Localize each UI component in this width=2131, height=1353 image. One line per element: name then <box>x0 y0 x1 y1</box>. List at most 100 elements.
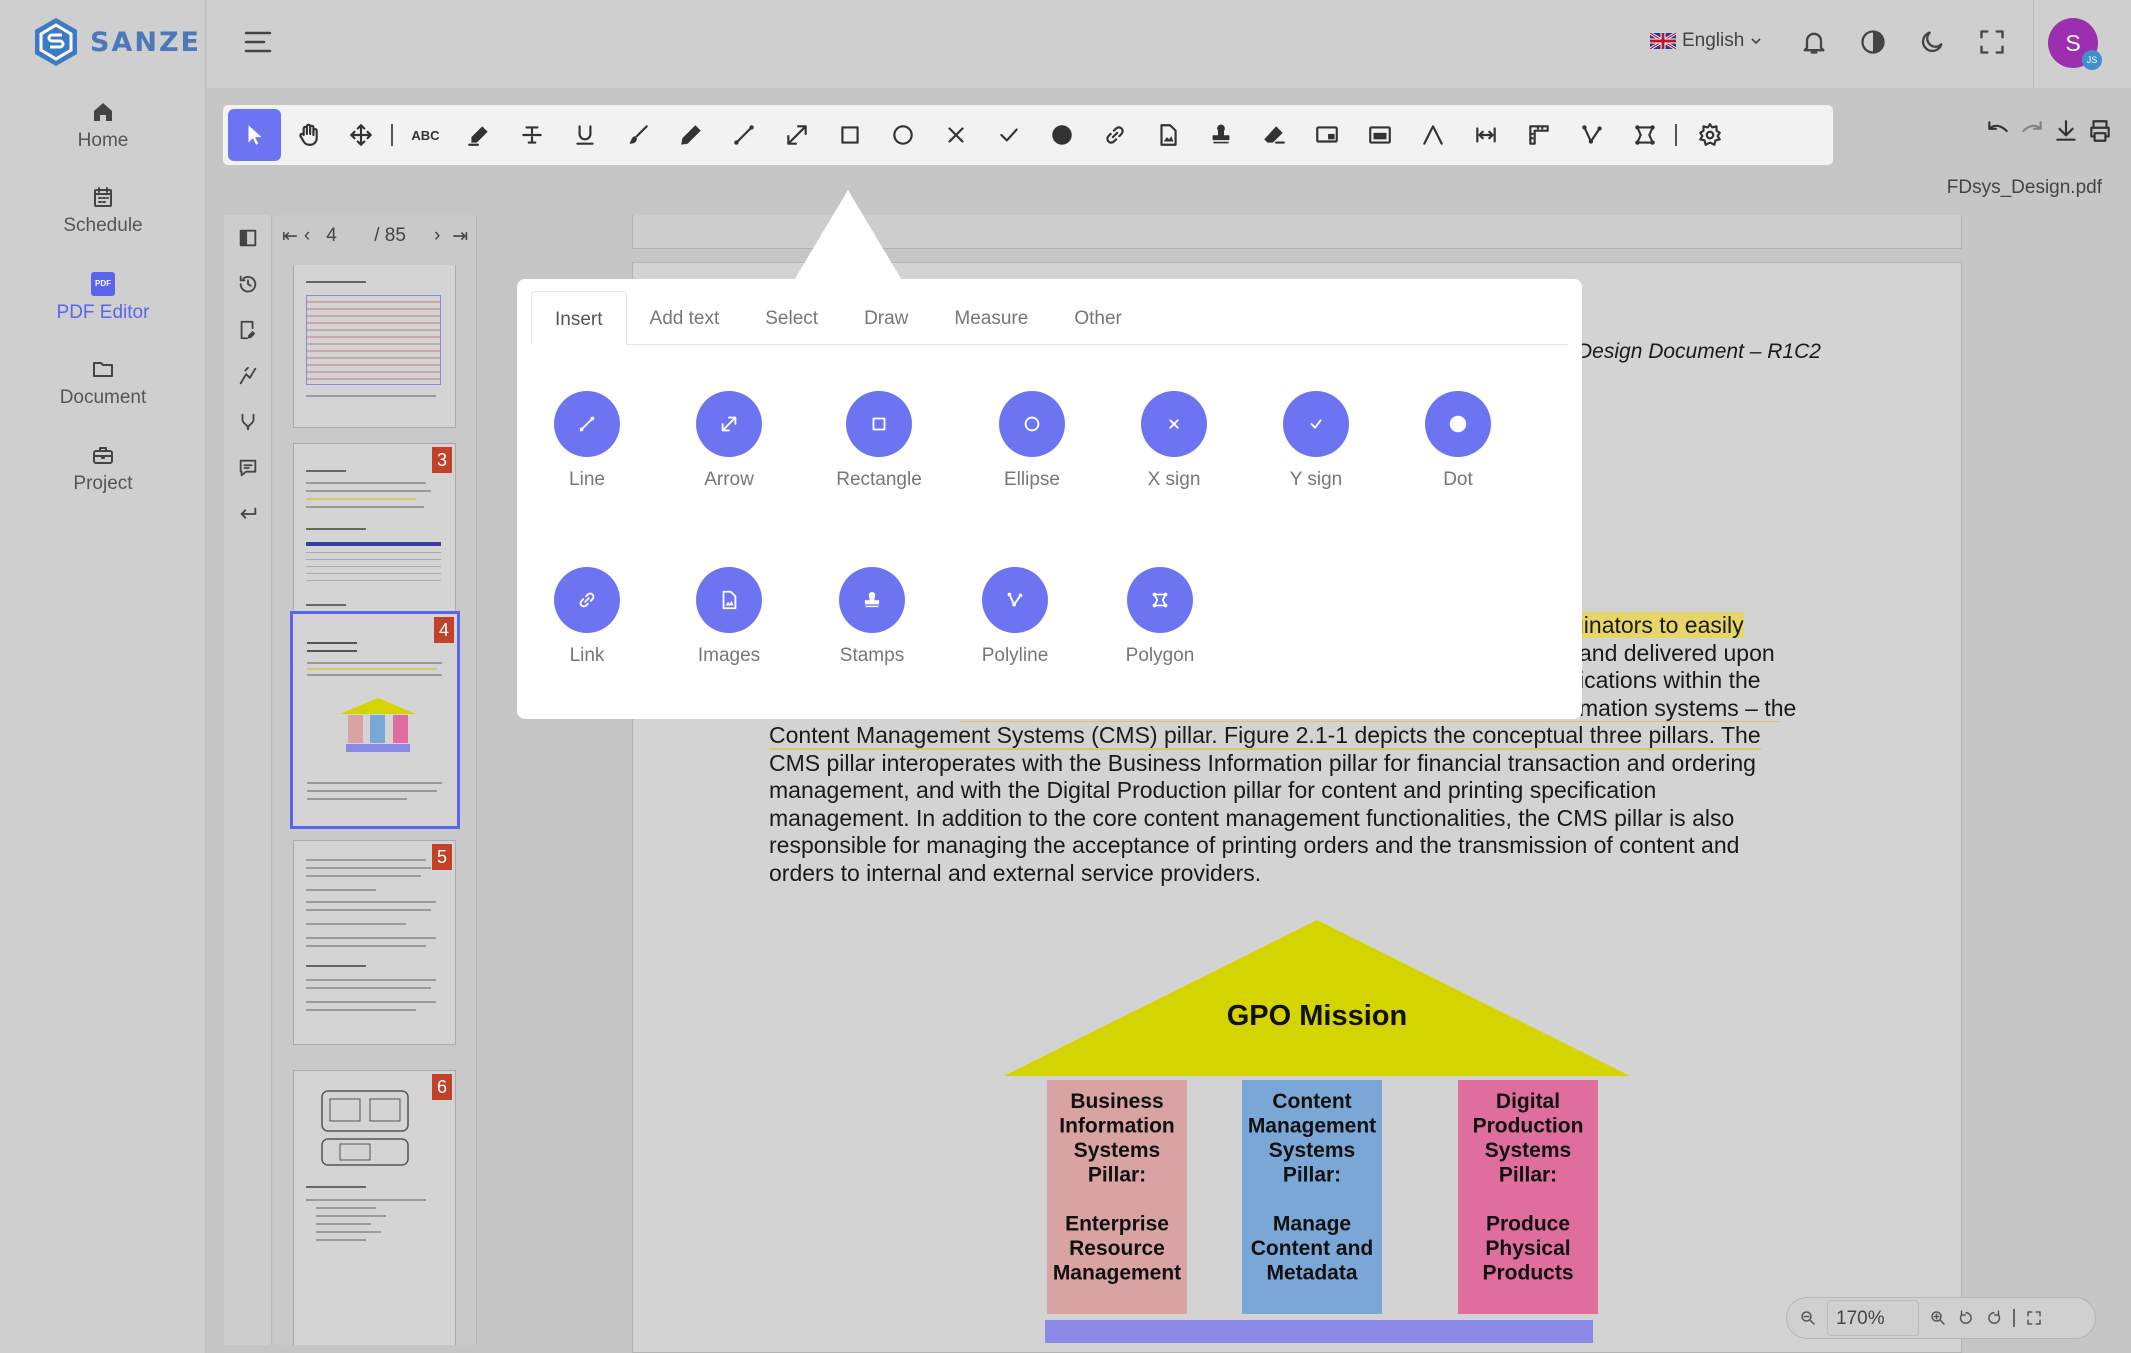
bookmarks-button[interactable] <box>224 307 272 353</box>
hamburger-menu-icon[interactable] <box>244 30 272 54</box>
app-name: SANZE <box>90 26 201 58</box>
page-thumbnail[interactable]: 6 <box>293 1070 456 1345</box>
prev-page-icon[interactable]: ‹ <box>304 225 310 247</box>
check-sign-tool-button[interactable] <box>982 109 1035 161</box>
page-thumbnail-selected[interactable]: 4 <box>290 611 460 829</box>
download-icon[interactable] <box>2053 118 2079 144</box>
dot-tool-button[interactable] <box>1035 109 1088 161</box>
tab-add-text[interactable]: Add text <box>627 291 743 345</box>
zoom-in-icon[interactable] <box>1929 1309 1947 1327</box>
print-icon[interactable] <box>2087 118 2113 144</box>
arrow-tool-button[interactable] <box>770 109 823 161</box>
theme-contrast-icon[interactable] <box>1859 28 1887 56</box>
fullscreen-icon[interactable] <box>1978 28 2006 56</box>
nav-document-label: Document <box>59 387 147 408</box>
brush-tool-button[interactable] <box>611 109 664 161</box>
nav-project[interactable]: Project <box>0 443 206 495</box>
back-button[interactable] <box>224 491 272 537</box>
insert-ellipse-button[interactable]: Ellipse <box>977 391 1087 491</box>
pan-tool-button[interactable] <box>281 109 334 161</box>
image-tool-button[interactable] <box>1141 109 1194 161</box>
tool-label: Polygon <box>1125 645 1195 666</box>
diagram-pillar-text: Pillar: <box>1283 1164 1341 1187</box>
comments-button[interactable] <box>224 445 272 491</box>
stamp-tool-button[interactable] <box>1194 109 1247 161</box>
language-selector[interactable]: English <box>1650 30 1762 52</box>
insert-images-button[interactable]: Images <box>674 567 784 667</box>
select-tool-button[interactable] <box>228 109 281 161</box>
insert-link-button[interactable]: Link <box>532 567 642 667</box>
screen-capture-button[interactable] <box>1300 109 1353 161</box>
nav-home[interactable]: Home <box>0 100 206 152</box>
settings-button[interactable] <box>1683 109 1736 161</box>
ellipse-tool-button[interactable] <box>876 109 929 161</box>
dark-mode-moon-icon[interactable] <box>1918 28 1946 56</box>
history-button[interactable] <box>224 261 272 307</box>
redact-tool-button[interactable] <box>1353 109 1406 161</box>
highlighted-text[interactable]: ginators to easily <box>1571 612 1744 638</box>
tab-select[interactable]: Select <box>742 291 841 345</box>
tab-measure[interactable]: Measure <box>931 291 1051 345</box>
avatar-sub-badge: JS <box>2082 50 2102 70</box>
insert-x-sign-button[interactable]: X sign <box>1119 391 1229 491</box>
zoom-level-input[interactable]: 170% <box>1827 1300 1919 1336</box>
polygon-tool-button[interactable] <box>1618 109 1671 161</box>
page-thumbnail[interactable]: 5 <box>293 840 456 1045</box>
polyline-tool-button[interactable] <box>1565 109 1618 161</box>
diagram-pillar-text: Digital <box>1496 1090 1560 1113</box>
pen-tool-button[interactable] <box>664 109 717 161</box>
distance-measure-button[interactable] <box>1459 109 1512 161</box>
insert-arrow-button[interactable]: Arrow <box>674 391 784 491</box>
diagram-pillar-text: Systems <box>1074 1139 1160 1162</box>
layers-button[interactable] <box>224 399 272 445</box>
tab-insert[interactable]: Insert <box>531 291 627 345</box>
first-page-icon[interactable]: ⇤ <box>282 225 298 248</box>
highlight-tool-button[interactable] <box>452 109 505 161</box>
signature-button[interactable] <box>224 353 272 399</box>
redo-icon[interactable] <box>2019 118 2045 144</box>
insert-line-button[interactable]: Line <box>532 391 642 491</box>
insert-polyline-button[interactable]: Polyline <box>960 567 1070 667</box>
angle-measure-button[interactable] <box>1406 109 1459 161</box>
fit-page-icon[interactable] <box>2025 1309 2043 1327</box>
insert-stamps-button[interactable]: Stamps <box>817 567 927 667</box>
folder-icon <box>93 362 113 377</box>
avatar[interactable]: S JS <box>2048 18 2102 70</box>
insert-rectangle-button[interactable]: Rectangle <box>824 391 934 491</box>
link-tool-button[interactable] <box>1088 109 1141 161</box>
page-badge: 3 <box>432 447 452 473</box>
rotate-right-icon[interactable] <box>1985 1309 2003 1327</box>
app-logo[interactable]: SANZE <box>32 16 201 68</box>
last-page-icon[interactable]: ⇥ <box>452 225 468 248</box>
insert-dot-button[interactable]: Dot <box>1403 391 1513 491</box>
eraser-tool-button[interactable] <box>1247 109 1300 161</box>
x-sign-tool-button[interactable] <box>929 109 982 161</box>
insert-polygon-button[interactable]: Polygon <box>1105 567 1215 667</box>
bell-icon[interactable] <box>1800 28 1828 56</box>
toggle-panel-button[interactable] <box>224 215 272 261</box>
nav-pdf-editor[interactable]: PDF PDF Editor <box>0 272 206 324</box>
tool-label: Polyline <box>981 645 1049 666</box>
strikethrough-tool-button[interactable] <box>505 109 558 161</box>
tab-draw[interactable]: Draw <box>841 291 931 345</box>
line-tool-button[interactable] <box>717 109 770 161</box>
gpo-pillars-diagram: GPO Mission BusinessInformationSystemsPi… <box>1004 920 1630 1343</box>
text-recognition-button[interactable]: ABC <box>399 109 452 161</box>
undo-icon[interactable] <box>1985 118 2011 144</box>
rectangle-tool-button[interactable] <box>823 109 876 161</box>
underline-tool-button[interactable] <box>558 109 611 161</box>
zoom-out-icon[interactable] <box>1799 1309 1817 1327</box>
diagram-roof-label: GPO Mission <box>1227 1000 1407 1032</box>
nav-document[interactable]: Document <box>0 357 206 409</box>
nav-schedule[interactable]: Schedule <box>0 185 206 237</box>
move-tool-button[interactable] <box>334 109 387 161</box>
document-header-title: Design Document – R1C2 <box>1577 340 1821 363</box>
page-number-input[interactable]: 4 <box>326 225 366 247</box>
insert-y-sign-button[interactable]: Y sign <box>1261 391 1371 491</box>
page-thumbnail[interactable] <box>293 265 456 428</box>
tab-other[interactable]: Other <box>1051 291 1145 345</box>
diagram-pillar-text: Products <box>1482 1262 1573 1285</box>
next-page-icon[interactable]: › <box>434 225 440 247</box>
rotate-left-icon[interactable] <box>1957 1309 1975 1327</box>
perimeter-measure-button[interactable] <box>1512 109 1565 161</box>
